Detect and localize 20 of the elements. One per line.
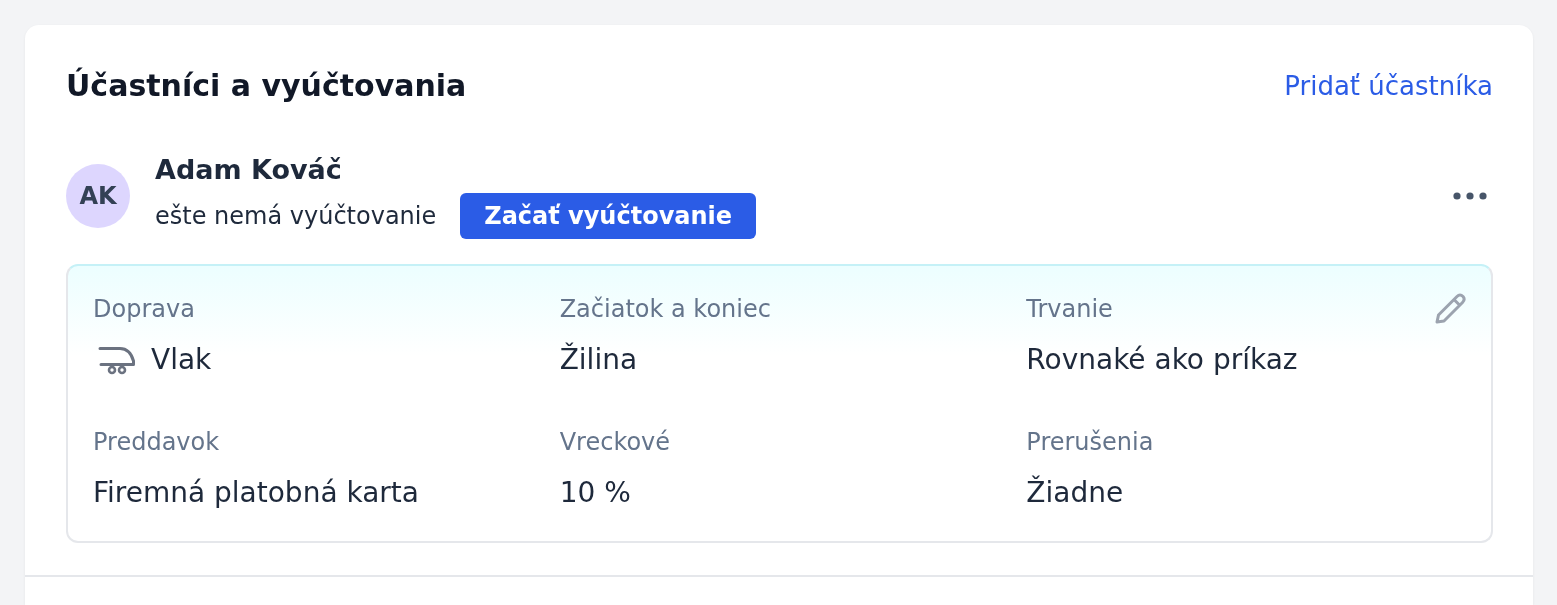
detail-value: Firemná platobná karta: [93, 475, 419, 511]
detail-value: Žilina: [559, 341, 638, 378]
detail-label: Doprava: [93, 294, 195, 325]
detail-label: Vreckové: [559, 427, 671, 458]
settlement-status: ešte nemá vyúčtovanie: [155, 202, 437, 230]
detail-label: Začiatok a koniec: [559, 294, 771, 325]
detail-label: Trvanie: [1026, 294, 1113, 325]
detail-value: Rovnaké ako príkaz: [1026, 342, 1298, 378]
detail-value: Vlak: [151, 342, 212, 378]
detail-label: Preddavok: [93, 427, 220, 458]
avatar: AK: [66, 163, 130, 228]
section-title: Účastníci a vyúčtovania: [66, 66, 467, 105]
detail-value: 10 %: [559, 475, 631, 511]
detail-value: Žiadne: [1026, 474, 1124, 511]
detail-label: Prerušenia: [1026, 427, 1154, 458]
train-icon: [98, 345, 136, 375]
more-options-icon[interactable]: [1453, 191, 1487, 200]
add-participant-link[interactable]: Pridať účastníka: [1284, 68, 1493, 104]
start-settlement-button[interactable]: Začať vyúčtovanie: [460, 193, 757, 239]
participant-name: Adam Kováč: [155, 153, 342, 187]
